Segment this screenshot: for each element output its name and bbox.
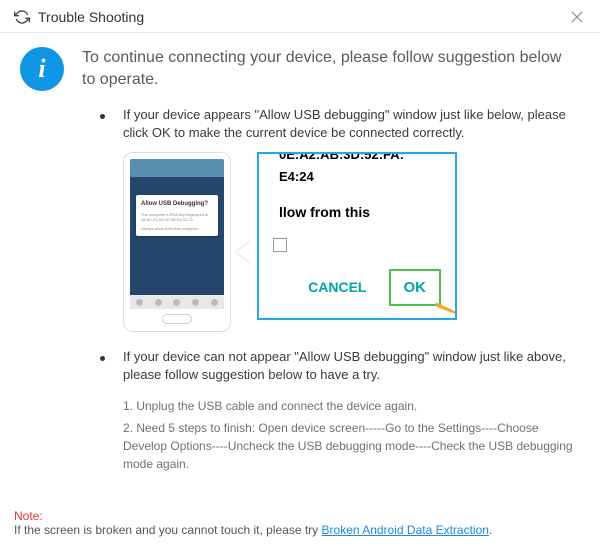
allow-text: llow from this bbox=[257, 189, 457, 229]
header-row: i To continue connecting your device, pl… bbox=[20, 47, 574, 92]
note-label: Note: bbox=[14, 509, 586, 523]
phone-dialog-line2: 48:AC:21:0A:1E:5B:D1:02:71: bbox=[141, 217, 213, 222]
substeps: 1. Unplug the USB cable and connect the … bbox=[123, 397, 574, 473]
step-1: 1. Unplug the USB cable and connect the … bbox=[123, 397, 574, 415]
bullet-item-2: If your device can not appear "Allow USB… bbox=[100, 348, 574, 476]
fingerprint-line2: E4:24 bbox=[257, 166, 457, 188]
footer-note: Note: If the screen is broken and you ca… bbox=[14, 509, 586, 537]
phone-mockup: Allow USB Debugging? The computer's RSA … bbox=[123, 152, 231, 332]
bullet-item-1: If your device appears "Allow USB debugg… bbox=[100, 106, 574, 332]
bullet-1-text: If your device appears "Allow USB debugg… bbox=[123, 106, 574, 142]
checkbox-icon bbox=[273, 238, 287, 252]
close-icon[interactable] bbox=[568, 8, 586, 26]
window-title: Trouble Shooting bbox=[38, 9, 144, 25]
info-icon: i bbox=[20, 47, 64, 91]
refresh-icon bbox=[14, 9, 30, 25]
phone-dialog-title: Allow USB Debugging? bbox=[141, 200, 213, 208]
cancel-button: CANCEL bbox=[308, 278, 366, 298]
arrow-icon bbox=[433, 292, 457, 320]
main-instruction: To continue connecting your device, plea… bbox=[82, 47, 574, 92]
phone-dialog-line1: The computer's RSA key fingerprint is bbox=[141, 212, 213, 217]
bullet-dot bbox=[100, 356, 105, 361]
bullet-list: If your device appears "Allow USB debugg… bbox=[100, 106, 574, 477]
titlebar: Trouble Shooting bbox=[0, 0, 600, 33]
callout-pointer-icon bbox=[237, 240, 253, 264]
home-button-icon bbox=[162, 314, 192, 324]
broken-android-link[interactable]: Broken Android Data Extraction bbox=[322, 523, 489, 537]
illustration: Allow USB Debugging? The computer's RSA … bbox=[123, 152, 574, 332]
step-2: 2. Need 5 steps to finish: Open device s… bbox=[123, 419, 574, 473]
phone-dialog-line3: Always allow from this computer bbox=[141, 226, 213, 231]
bullet-dot bbox=[100, 114, 105, 119]
title-left: Trouble Shooting bbox=[14, 9, 144, 25]
fingerprint-line1: 0E:A2:AB:3D:52:FA: bbox=[257, 152, 457, 166]
note-text: If the screen is broken and you cannot t… bbox=[14, 523, 322, 537]
bullet-2-text: If your device can not appear "Allow USB… bbox=[123, 348, 574, 384]
content-area: i To continue connecting your device, pl… bbox=[0, 33, 600, 477]
zoom-dialog: 0E:A2:AB:3D:52:FA: E4:24 llow from this … bbox=[257, 152, 457, 320]
